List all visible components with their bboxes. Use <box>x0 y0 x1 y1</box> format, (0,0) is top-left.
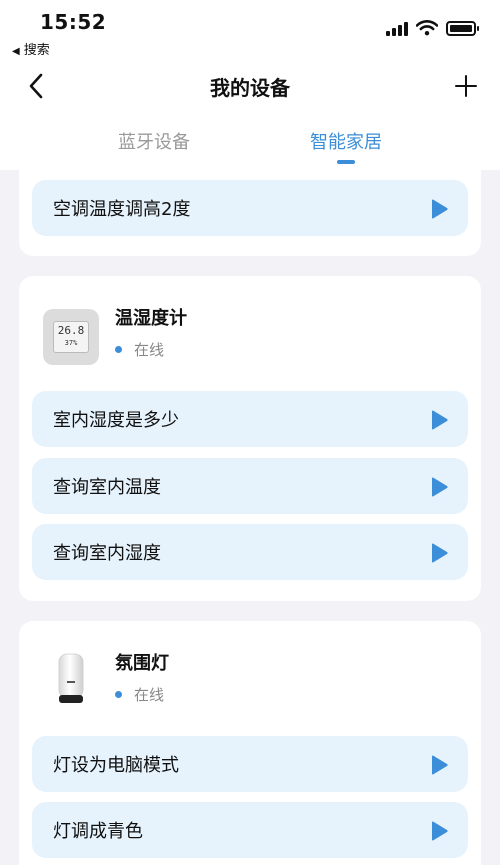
device-status: 在线 <box>115 339 164 360</box>
device-card-ambient-lamp: 氛围灯 在线 灯设为电脑模式 灯调成青色 <box>19 621 481 865</box>
page-title: 我的设备 <box>210 76 290 100</box>
plus-icon <box>455 75 477 97</box>
play-icon[interactable] <box>429 542 449 564</box>
online-dot-icon <box>115 691 122 698</box>
play-icon[interactable] <box>429 754 449 776</box>
play-icon[interactable] <box>429 476 449 498</box>
tab-bar: 蓝牙设备 智能家居 <box>0 110 500 170</box>
tab-smart-home[interactable]: 智能家居 <box>276 128 416 154</box>
play-icon[interactable] <box>429 409 449 431</box>
hygrometer-temp-readout: 26.8 <box>57 324 85 337</box>
play-icon[interactable] <box>429 820 449 842</box>
command-item[interactable]: 查询室内湿度 <box>32 524 468 580</box>
command-label: 查询室内湿度 <box>53 543 161 564</box>
command-label: 空调温度调高2度 <box>53 199 191 220</box>
lamp-thumbnail[interactable] <box>43 651 99 707</box>
hygrometer-display: 26.8 37% <box>53 321 89 353</box>
play-icon[interactable] <box>429 198 449 220</box>
device-card-hygrometer: 26.8 37% 温湿度计 在线 室内湿度是多少 查询室内温度 查询室内湿度 <box>19 276 481 601</box>
back-app-label: 搜索 <box>23 43 50 58</box>
status-bar: 15:52 ◀ 搜索 <box>0 0 500 62</box>
signal-icon <box>386 20 408 36</box>
lamp-device-icon <box>58 653 84 703</box>
device-status-label: 在线 <box>134 686 165 704</box>
command-label: 查询室内温度 <box>53 477 161 498</box>
back-triangle-icon: ◀ <box>12 46 20 57</box>
nav-bar: 我的设备 <box>0 62 500 110</box>
command-label: 灯调成青色 <box>53 821 143 842</box>
hygrometer-thumbnail[interactable]: 26.8 37% <box>43 309 99 365</box>
status-icons <box>386 20 479 36</box>
device-name: 氛围灯 <box>115 653 169 674</box>
active-tab-indicator <box>337 160 355 164</box>
command-item[interactable]: 查询室内温度 <box>32 458 468 514</box>
command-item[interactable]: 灯调成青色 <box>32 802 468 858</box>
tab-bluetooth-devices[interactable]: 蓝牙设备 <box>84 128 224 154</box>
battery-icon <box>446 20 479 36</box>
command-item[interactable]: 灯设为电脑模式 <box>32 736 468 792</box>
add-device-button[interactable] <box>452 70 480 102</box>
device-status-label: 在线 <box>134 341 165 359</box>
online-dot-icon <box>115 346 122 353</box>
command-item[interactable]: 室内湿度是多少 <box>32 391 468 447</box>
device-status: 在线 <box>115 684 164 705</box>
status-time: 15:52 <box>40 10 107 34</box>
command-item[interactable]: 空调温度调高2度 <box>32 180 468 236</box>
command-label: 灯设为电脑模式 <box>53 755 179 776</box>
back-to-app-link[interactable]: ◀ 搜索 <box>12 39 50 58</box>
hygrometer-humidity-readout: 37% <box>64 339 78 347</box>
device-list[interactable]: 空调温度调高2度 26.8 37% 温湿度计 在线 室内湿度是多少 查询室内温度… <box>0 170 500 865</box>
wifi-icon <box>416 20 438 36</box>
command-label: 室内湿度是多少 <box>53 410 179 431</box>
device-card: 空调温度调高2度 <box>19 170 481 256</box>
device-name: 温湿度计 <box>115 308 187 329</box>
